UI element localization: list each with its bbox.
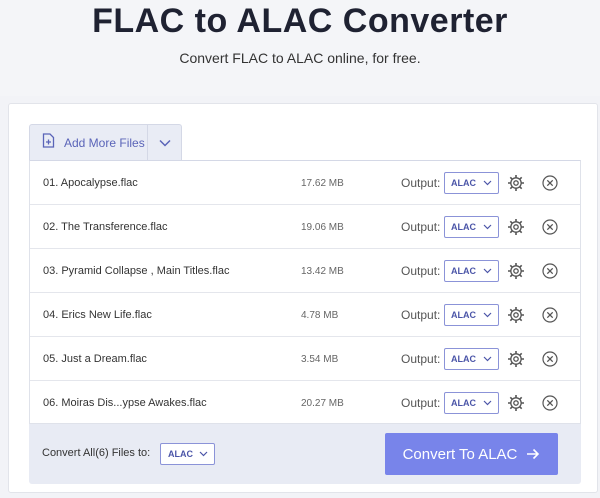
- file-size: 4.78 MB: [301, 310, 339, 321]
- file-row: 01. Apocalypse.flac 17.62 MB Output: ALA…: [30, 161, 580, 205]
- gear-icon[interactable]: [507, 174, 525, 195]
- chevron-down-icon: [483, 312, 492, 318]
- gear-icon[interactable]: [507, 394, 525, 415]
- output-format-select[interactable]: ALAC: [444, 348, 499, 370]
- output-format-value: ALAC: [451, 266, 476, 276]
- output-label: Output:: [401, 308, 441, 322]
- gear-icon[interactable]: [507, 350, 525, 371]
- chevron-down-icon: [483, 356, 492, 362]
- convert-footer: Convert All(6) Files to: ALAC Convert To…: [29, 424, 581, 484]
- output-label: Output:: [401, 352, 441, 366]
- remove-file-icon[interactable]: [542, 395, 558, 414]
- convert-all-format-value: ALAC: [168, 449, 193, 459]
- output-format-select[interactable]: ALAC: [444, 216, 499, 238]
- file-name: 05. Just a Dream.flac: [43, 353, 147, 365]
- chevron-down-icon: [158, 134, 171, 152]
- output-format-select[interactable]: ALAC: [444, 172, 499, 194]
- remove-file-icon[interactable]: [542, 219, 558, 238]
- converter-panel: Add More Files 01. Apocalypse.flac 17.62…: [8, 103, 598, 493]
- file-size: 17.62 MB: [301, 178, 344, 189]
- output-label: Output:: [401, 220, 441, 234]
- file-size: 19.06 MB: [301, 222, 344, 233]
- gear-icon[interactable]: [507, 262, 525, 283]
- convert-all-format-select[interactable]: ALAC: [160, 443, 215, 465]
- file-row: 04. Erics New Life.flac 4.78 MB Output: …: [30, 293, 580, 337]
- output-format-value: ALAC: [451, 178, 476, 188]
- file-list: 01. Apocalypse.flac 17.62 MB Output: ALA…: [29, 160, 581, 424]
- add-files-button-group: Add More Files: [29, 124, 182, 160]
- file-size: 20.27 MB: [301, 398, 344, 409]
- gear-icon[interactable]: [507, 306, 525, 327]
- chevron-down-icon: [483, 400, 492, 406]
- file-row: 06. Moiras Dis...ypse Awakes.flac 20.27 …: [30, 381, 580, 425]
- output-label: Output:: [401, 264, 441, 278]
- file-size: 3.54 MB: [301, 354, 339, 365]
- chevron-down-icon: [199, 451, 208, 457]
- output-format-value: ALAC: [451, 398, 476, 408]
- convert-button-label: Convert To ALAC: [402, 445, 518, 463]
- remove-file-icon[interactable]: [542, 307, 558, 326]
- chevron-down-icon: [483, 268, 492, 274]
- output-label: Output:: [401, 176, 441, 190]
- output-format-value: ALAC: [451, 354, 476, 364]
- file-name: 04. Erics New Life.flac: [43, 309, 152, 321]
- file-name: 02. The Transference.flac: [43, 221, 168, 233]
- remove-file-icon[interactable]: [542, 175, 558, 194]
- convert-all-label: Convert All(6) Files to:: [42, 447, 151, 459]
- file-row: 03. Pyramid Collapse , Main Titles.flac …: [30, 249, 580, 293]
- file-size: 13.42 MB: [301, 266, 344, 277]
- output-label: Output:: [401, 396, 441, 410]
- page-title: FLAC to ALAC Converter: [92, 2, 508, 40]
- file-name: 01. Apocalypse.flac: [43, 177, 138, 189]
- file-plus-icon: [42, 132, 64, 153]
- output-format-value: ALAC: [451, 310, 476, 320]
- add-more-files-button[interactable]: Add More Files: [30, 125, 148, 160]
- chevron-down-icon: [483, 180, 492, 186]
- file-row: 02. The Transference.flac 19.06 MB Outpu…: [30, 205, 580, 249]
- chevron-down-icon: [483, 224, 492, 230]
- file-name: 03. Pyramid Collapse , Main Titles.flac: [43, 265, 230, 277]
- convert-button[interactable]: Convert To ALAC: [385, 433, 558, 475]
- page-subtitle: Convert FLAC to ALAC online, for free.: [179, 50, 421, 66]
- output-format-select[interactable]: ALAC: [444, 304, 499, 326]
- file-row: 05. Just a Dream.flac 3.54 MB Output: AL…: [30, 337, 580, 381]
- output-format-select[interactable]: ALAC: [444, 260, 499, 282]
- output-format-select[interactable]: ALAC: [444, 392, 499, 414]
- file-name: 06. Moiras Dis...ypse Awakes.flac: [43, 397, 207, 409]
- add-more-files-label: Add More Files: [64, 135, 145, 150]
- gear-icon[interactable]: [507, 218, 525, 239]
- arrow-right-icon: [527, 448, 540, 460]
- output-format-value: ALAC: [451, 222, 476, 232]
- hero-header: FLAC to ALAC Converter Convert FLAC to A…: [0, 0, 600, 96]
- add-files-dropdown[interactable]: [148, 125, 181, 160]
- remove-file-icon[interactable]: [542, 263, 558, 282]
- remove-file-icon[interactable]: [542, 351, 558, 370]
